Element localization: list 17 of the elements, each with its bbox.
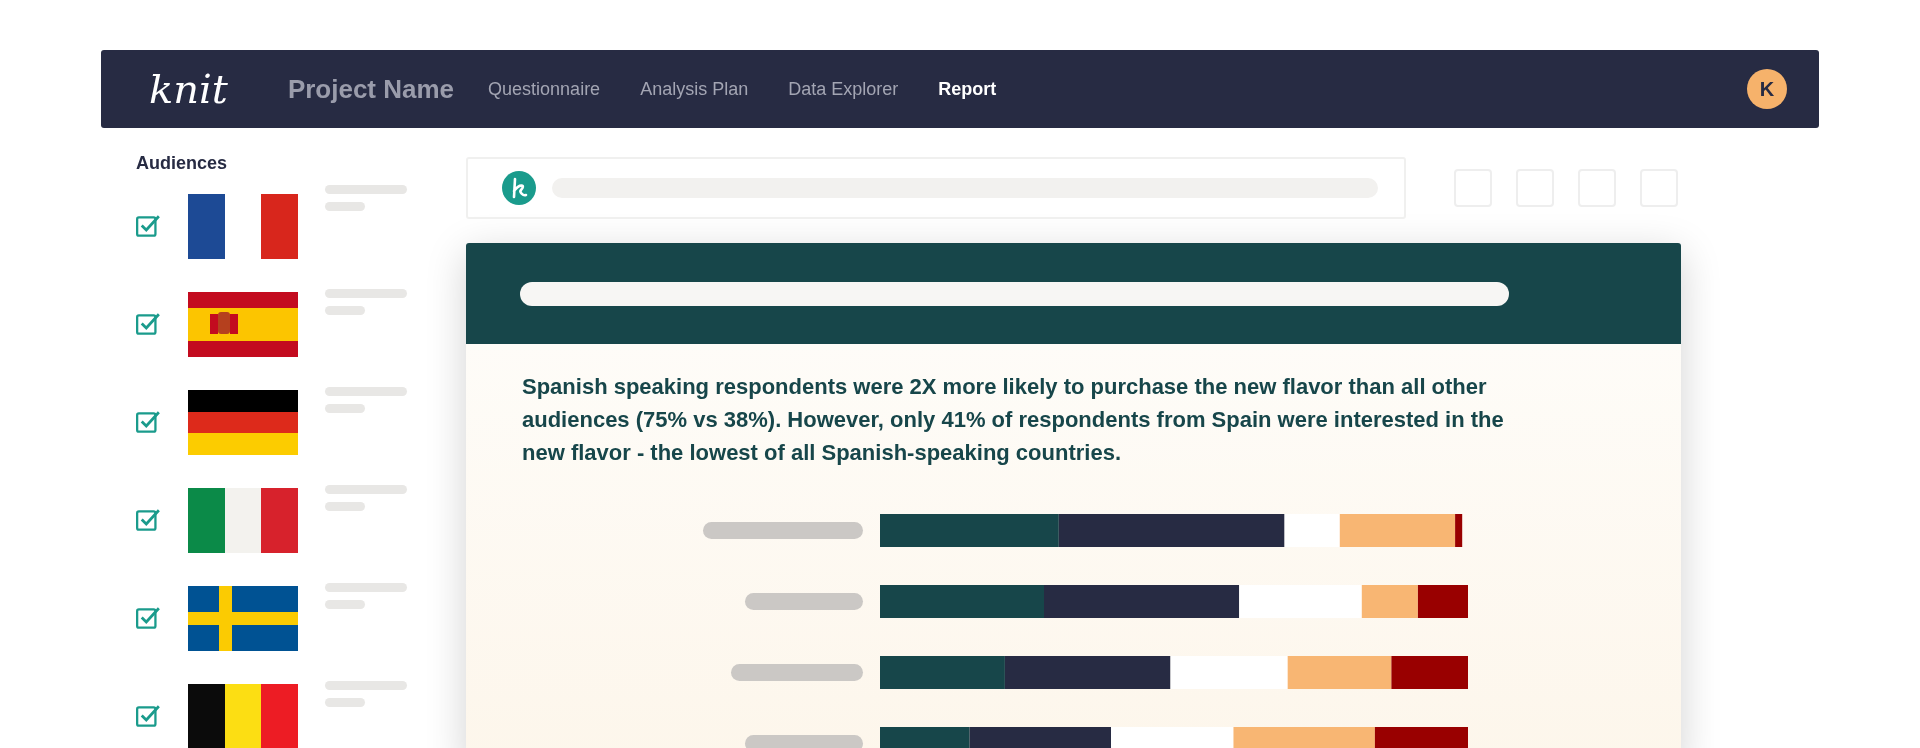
checkbox[interactable] bbox=[136, 704, 160, 728]
insight-text: Spanish speaking respondents were 2X more likely to purchase the new flavor than all other audiences (75% vs 38%). However, only 41% of respondents from Spain were interested in the new flavor - the lowest of all Spanish-speaking countries. bbox=[522, 373, 1505, 467]
project-name: Project Name bbox=[287, 72, 455, 106]
user-avatar[interactable]: K bbox=[1747, 69, 1787, 109]
bar-segment bbox=[1417, 585, 1468, 618]
logo-icon bbox=[502, 171, 536, 205]
checkbox[interactable] bbox=[136, 606, 160, 630]
nav-tab[interactable]: Questionnaire bbox=[488, 71, 601, 107]
checkbox[interactable] bbox=[136, 214, 160, 238]
checkbox[interactable] bbox=[136, 508, 160, 532]
logo[interactable]: knit bbox=[149, 69, 228, 109]
checkbox[interactable] bbox=[136, 410, 160, 434]
nav-tab[interactable]: Report bbox=[938, 71, 997, 107]
section-title: Audiences bbox=[136, 152, 229, 175]
checkbox[interactable] bbox=[136, 312, 160, 336]
nav-tab[interactable]: Analysis Plan bbox=[640, 71, 749, 107]
nav-tab[interactable]: Data Explorer bbox=[788, 71, 899, 107]
